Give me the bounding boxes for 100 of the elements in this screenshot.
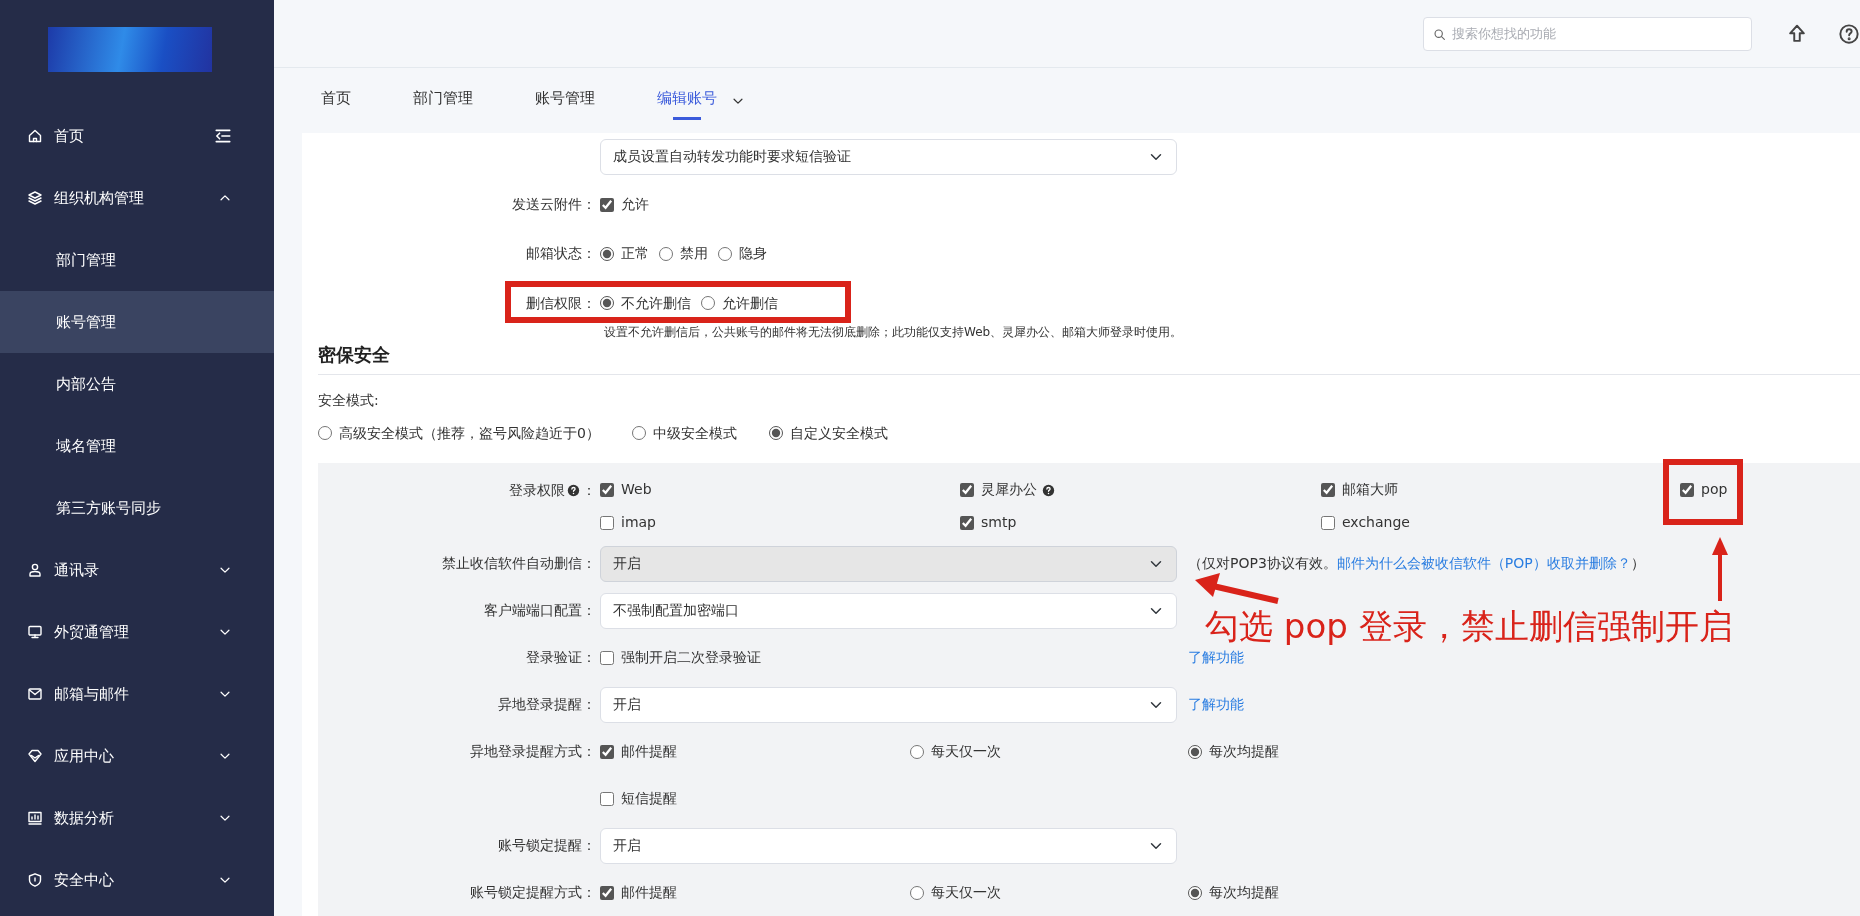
option-label: 邮件提醒	[621, 883, 677, 903]
tab[interactable]: 账号管理	[535, 81, 595, 120]
sidebar-item-label: 数据分析	[54, 807, 115, 829]
checkbox[interactable]	[600, 791, 614, 806]
sidebar-item-label: 组织机构管理	[54, 187, 145, 209]
option-label: 隐身	[739, 244, 767, 263]
sidebar-item[interactable]: 安全中心	[0, 849, 274, 911]
field-label: 删信权限：	[526, 294, 596, 311]
checkbox[interactable]	[1321, 482, 1335, 497]
checkbox[interactable]	[600, 197, 614, 212]
radio-button[interactable]	[910, 885, 924, 900]
checkbox[interactable]	[600, 650, 614, 665]
sidebar-item-label: 安全中心	[54, 869, 115, 891]
option-label: 自定义安全模式	[789, 423, 888, 443]
sidebar-item[interactable]: 邮箱与邮件	[0, 663, 274, 725]
radio-button[interactable]	[1188, 885, 1202, 900]
search-field[interactable]: 搜索你想找的功能	[1423, 16, 1752, 51]
tab[interactable]: 首页	[321, 81, 351, 120]
tab[interactable]: 部门管理	[413, 81, 473, 120]
sidebar-item[interactable]: 外贸通管理	[0, 601, 274, 663]
sidebar-item-label: 通讯录	[54, 559, 100, 581]
field-label: 账号锁定提醒方式：	[470, 884, 596, 901]
dropdown-select[interactable]: 不强制配置加密端口	[600, 592, 1177, 629]
help-icon[interactable]	[567, 484, 580, 498]
radio-button[interactable]	[631, 426, 646, 441]
sidebar-item-label: 外贸通管理	[54, 621, 130, 643]
field-label: 登录验证：	[526, 649, 596, 666]
option-label: 允许	[621, 195, 649, 214]
chart-icon	[27, 810, 43, 826]
dropdown-select[interactable]: 开启	[600, 827, 1177, 864]
help-link[interactable]: 了解功能	[1188, 694, 1244, 716]
checkbox[interactable]	[1680, 482, 1694, 497]
checkbox[interactable]	[960, 515, 974, 530]
option-label: 每天仅一次	[931, 883, 1001, 903]
option-label: 每次均提醒	[1209, 883, 1279, 903]
option-label: smtp	[981, 513, 1017, 533]
sidebar-subitem[interactable]: 第三方账号同步	[0, 477, 274, 539]
radio-button[interactable]	[701, 296, 715, 310]
dropdown-select[interactable]: 开启	[600, 686, 1177, 723]
sidebar-item[interactable]: 数据分析	[0, 787, 274, 849]
user-icon	[27, 562, 43, 578]
sidebar-item[interactable]: 组织机构管理	[0, 167, 274, 229]
home-icon	[27, 128, 43, 144]
dropdown-select[interactable]: 成员设置自动转发功能时要求短信验证	[600, 138, 1177, 175]
field-label: 安全模式:	[318, 391, 380, 411]
sidebar-subitem[interactable]: 域名管理	[0, 415, 274, 477]
option-label: 强制开启二次登录验证	[621, 648, 761, 668]
sidebar-item[interactable]: 通讯录	[0, 539, 274, 601]
checkbox[interactable]	[600, 744, 614, 759]
radio-button[interactable]	[768, 426, 783, 441]
annotation-text: 勾选 pop 登录，禁止删信强制开启	[1205, 608, 1733, 646]
field-label: 禁止收信软件自动删信：	[442, 555, 596, 572]
sidebar-item-label: 邮箱与邮件	[54, 683, 130, 705]
sidebar-item[interactable]: 应用中心	[0, 725, 274, 787]
menu-fold-icon[interactable]	[214, 127, 232, 145]
checkbox[interactable]	[960, 482, 974, 497]
upload-icon[interactable]	[1786, 22, 1808, 45]
option-label: 短信提醒	[621, 789, 677, 809]
radio-button[interactable]	[1188, 744, 1202, 759]
radio-button[interactable]	[910, 744, 924, 759]
option-label: pop	[1701, 480, 1728, 500]
option-label: 灵犀办公	[981, 479, 1055, 501]
layers-icon	[27, 190, 43, 206]
sidebar-subitem[interactable]: 账号管理	[0, 291, 274, 353]
sidebar-subitem[interactable]: 部门管理	[0, 229, 274, 291]
option-label: 允许删信	[722, 293, 778, 313]
search-icon	[1433, 27, 1446, 41]
field-label: 客户端端口配置：	[484, 602, 596, 619]
checkbox[interactable]	[600, 885, 614, 900]
sidebar-item[interactable]: 首页	[0, 105, 274, 167]
option-label: 每次均提醒	[1209, 742, 1279, 762]
option-label: 邮箱大师	[1342, 480, 1398, 500]
radio-button[interactable]	[600, 246, 614, 261]
note-text: ）	[1630, 554, 1645, 574]
option-label: exchange	[1342, 513, 1410, 533]
field-label: 邮箱状态：	[526, 245, 596, 261]
option-label: 高级安全模式（推荐，盗号风险趋近于0）	[339, 423, 600, 443]
option-label: 中级安全模式	[652, 423, 737, 443]
option-label: 正常	[621, 244, 649, 263]
help-text: 设置不允许删信后，公共账号的邮件将无法彻底删除；此功能仅支持Web、灵犀办公、邮箱大师登录时使用。	[604, 325, 1184, 340]
diamond-icon	[27, 748, 43, 764]
checkbox[interactable]	[600, 482, 614, 497]
checkbox[interactable]	[1321, 515, 1335, 530]
radio-button[interactable]	[600, 296, 614, 310]
note-text: （仅对POP3协议有效。	[1188, 554, 1337, 574]
sidebar-subitem[interactable]: 内部公告	[0, 353, 274, 415]
help-icon[interactable]	[1042, 483, 1055, 497]
field-label: 登录权限	[509, 481, 565, 501]
option-label: 不允许删信	[621, 293, 691, 313]
checkbox[interactable]	[600, 515, 614, 530]
help-icon[interactable]	[1838, 22, 1860, 45]
help-link[interactable]: 了解功能	[1188, 647, 1244, 669]
option-label: imap	[621, 513, 656, 533]
radio-button[interactable]	[318, 426, 332, 441]
section-title: 密保安全	[318, 341, 1860, 376]
field-label: 账号锁定提醒：	[498, 837, 596, 854]
radio-button[interactable]	[659, 246, 673, 261]
option-label: 每天仅一次	[931, 742, 1001, 762]
field-label: ：	[582, 481, 596, 501]
radio-button[interactable]	[718, 246, 732, 261]
